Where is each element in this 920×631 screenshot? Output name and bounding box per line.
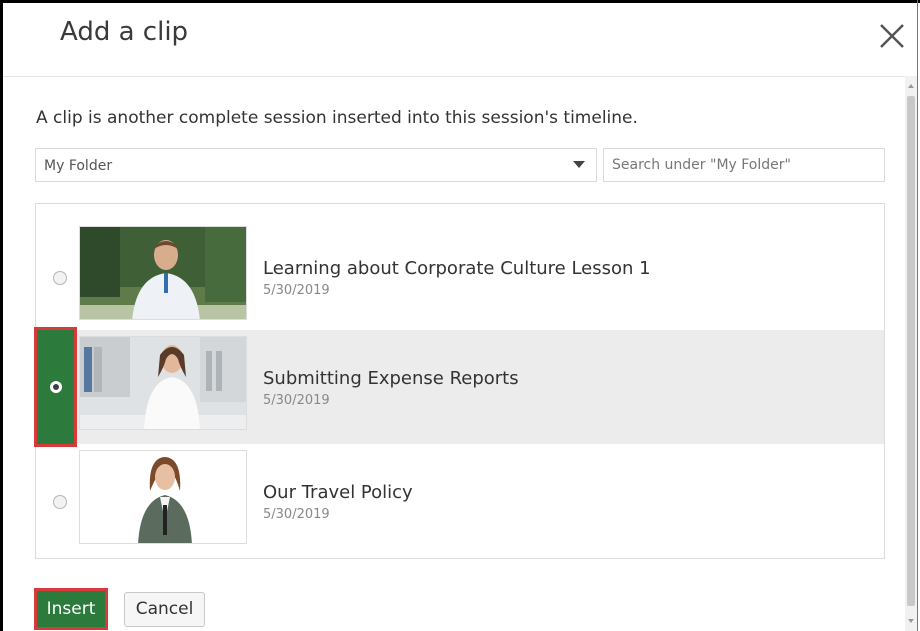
scroll-down-icon[interactable] [908,619,914,623]
clip-title[interactable]: Learning about Corporate Culture Lesson … [263,258,651,279]
clip-row[interactable]: Learning about Corporate Culture Lesson … [36,222,884,334]
clip-thumbnail [79,336,247,430]
selected-radio-icon[interactable] [50,381,62,393]
folder-select[interactable]: My Folder [35,148,597,182]
clip-row[interactable]: Our Travel Policy 5/30/2019 [36,446,884,558]
cancel-button[interactable]: Cancel [124,592,205,627]
search-input[interactable] [603,148,885,182]
clip-list: Learning about Corporate Culture Lesson … [35,203,885,559]
dialog-description: A clip is another complete session inser… [36,108,638,128]
clip-date: 5/30/2019 [263,283,330,298]
scroll-up-icon[interactable] [908,84,914,88]
scroll-thumb[interactable] [907,96,915,606]
clip-title[interactable]: Our Travel Policy [263,482,413,503]
selected-radio-highlight[interactable] [34,327,77,447]
insert-button[interactable]: Insert [34,588,108,630]
clip-row-selected[interactable]: Submitting Expense Reports 5/30/2019 [36,330,884,444]
close-icon [880,24,904,48]
clip-radio[interactable] [53,495,67,509]
close-button[interactable] [877,21,907,51]
clip-radio[interactable] [53,271,67,285]
frame-divider [917,0,918,631]
scrollbar[interactable] [905,76,917,631]
dialog-header: Add a clip [3,3,915,77]
clip-thumbnail [79,450,247,544]
folder-select-value: My Folder [44,158,113,174]
clip-date: 5/30/2019 [263,393,330,408]
caret-down-icon [573,161,585,168]
clip-thumbnail [79,226,247,320]
clip-date: 5/30/2019 [263,507,330,522]
clip-title[interactable]: Submitting Expense Reports [263,368,519,389]
dialog-title: Add a clip [60,17,189,47]
